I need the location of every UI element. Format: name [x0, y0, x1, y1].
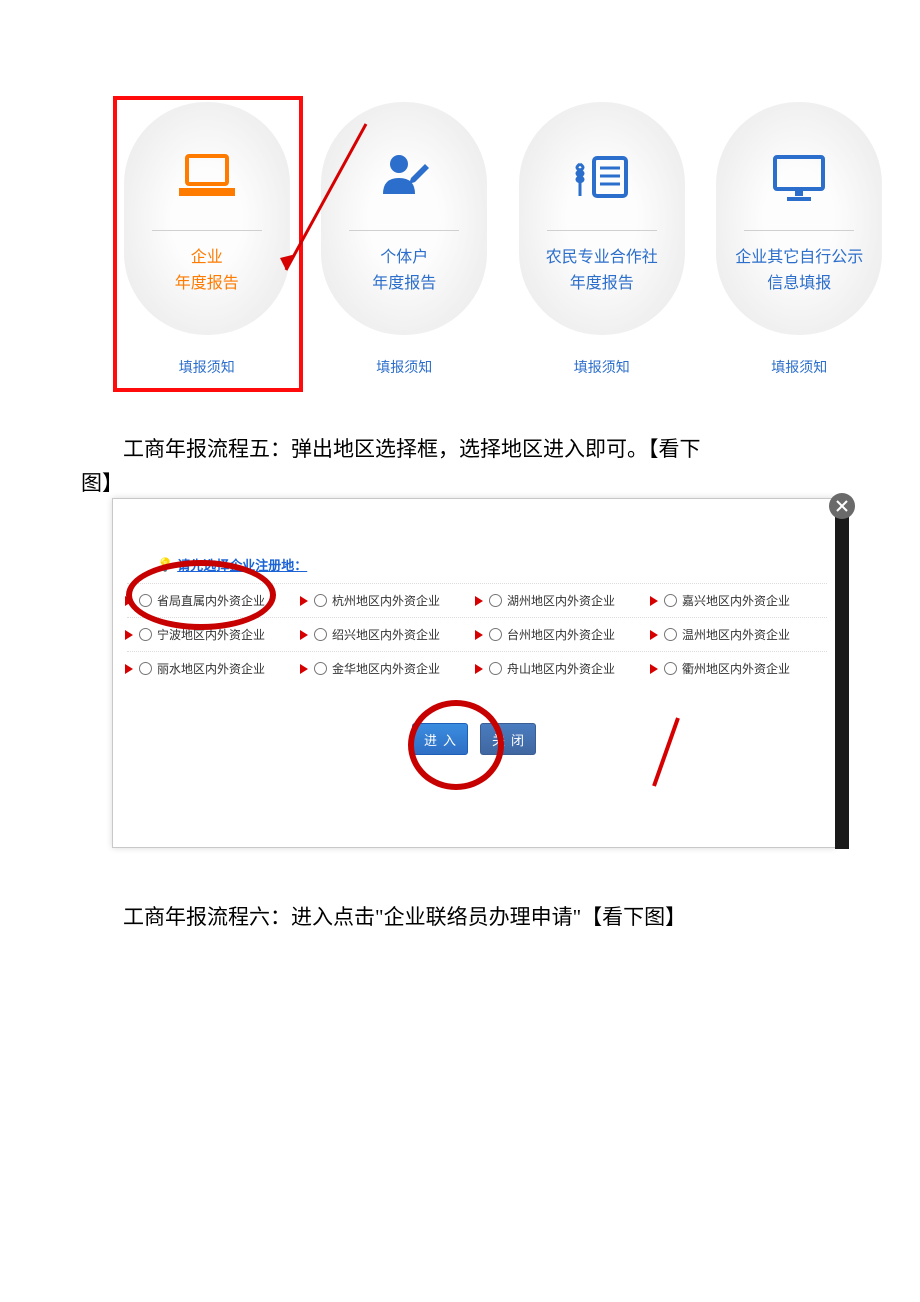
- option-cards-row: 企业年度报告 填报须知 个体户年度报告 填报须知: [123, 102, 883, 377]
- red-triangle-icon: [300, 596, 308, 606]
- notice-link[interactable]: 填报须知: [179, 357, 235, 377]
- region-option[interactable]: 丽水地区内外资企业: [127, 660, 302, 677]
- dialog-button-row: 进入 关闭: [113, 723, 835, 755]
- region-option[interactable]: 嘉兴地区内外资企业: [652, 592, 827, 609]
- enter-button[interactable]: 进入: [412, 723, 468, 755]
- dialog-prompt: 💡 请先选择企业注册地：: [157, 555, 307, 574]
- card-coop[interactable]: 农民专业合作社年度报告 填报须知: [518, 102, 686, 377]
- red-triangle-icon: [125, 596, 133, 606]
- red-triangle-icon: [475, 630, 483, 640]
- step-six-text: 工商年报流程六：进入点击"企业联络员办理申请"【看下图】: [81, 900, 841, 934]
- card-title: 个体户年度报告: [372, 245, 436, 297]
- red-triangle-icon: [650, 630, 658, 640]
- region-radio-grid: 省局直属内外资企业 杭州地区内外资企业 湖州地区内外资企业 嘉兴地区内外资企业 …: [127, 583, 827, 685]
- card-title: 企业其它自行公示信息填报: [735, 245, 863, 297]
- wheat-doc-icon: [572, 142, 632, 212]
- region-option[interactable]: 杭州地区内外资企业: [302, 592, 477, 609]
- region-option[interactable]: 舟山地区内外资企业: [477, 660, 652, 677]
- region-option[interactable]: 温州地区内外资企业: [652, 626, 827, 643]
- red-triangle-icon: [650, 596, 658, 606]
- step-five-text: 工商年报流程五：弹出地区选择框，选择地区进入即可。【看下图】: [81, 432, 841, 500]
- red-triangle-icon: [125, 630, 133, 640]
- notice-link[interactable]: 填报须知: [376, 357, 432, 377]
- region-option[interactable]: 宁波地区内外资企业: [127, 626, 302, 643]
- red-triangle-icon: [125, 664, 133, 674]
- region-option[interactable]: 衢州地区内外资企业: [652, 660, 827, 677]
- monitor-icon: [771, 142, 827, 212]
- red-triangle-icon: [300, 630, 308, 640]
- region-option[interactable]: 绍兴地区内外资企业: [302, 626, 477, 643]
- region-option[interactable]: 省局直属内外资企业: [127, 592, 302, 609]
- notice-link[interactable]: 填报须知: [574, 357, 630, 377]
- close-icon[interactable]: [829, 493, 855, 519]
- region-option[interactable]: 台州地区内外资企业: [477, 626, 652, 643]
- card-other-publicity[interactable]: 企业其它自行公示信息填报 填报须知: [716, 102, 884, 377]
- lightbulb-icon: 💡: [157, 557, 173, 573]
- red-triangle-icon: [475, 664, 483, 674]
- laptop-icon: [177, 142, 237, 212]
- region-option[interactable]: 金华地区内外资企业: [302, 660, 477, 677]
- close-button[interactable]: 关闭: [480, 723, 536, 755]
- card-title: 企业年度报告: [175, 245, 239, 297]
- notice-link[interactable]: 填报须知: [771, 357, 827, 377]
- card-enterprise[interactable]: 企业年度报告 填报须知: [123, 102, 291, 377]
- card-title: 农民专业合作社年度报告: [546, 245, 658, 297]
- red-triangle-icon: [650, 664, 658, 674]
- region-option[interactable]: 湖州地区内外资企业: [477, 592, 652, 609]
- region-dialog: 💡 请先选择企业注册地： 省局直属内外资企业 杭州地区内外资企业 湖州地区内外资…: [112, 498, 836, 848]
- card-individual[interactable]: 个体户年度报告 填报须知: [321, 102, 489, 377]
- red-triangle-icon: [300, 664, 308, 674]
- dialog-frame-edge: [835, 499, 849, 849]
- red-triangle-icon: [475, 596, 483, 606]
- person-icon: [377, 142, 431, 212]
